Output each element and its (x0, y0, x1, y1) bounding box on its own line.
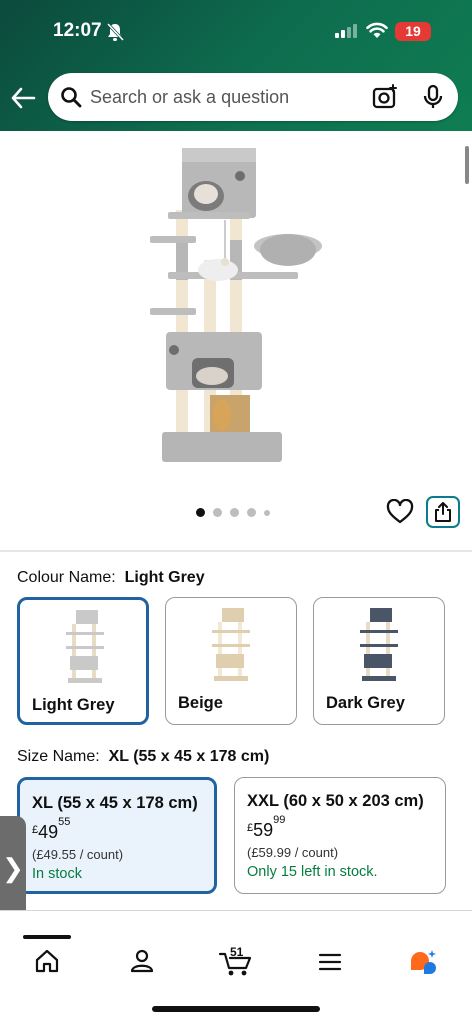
colour-label-text: Colour Name: (17, 569, 116, 586)
colour-option-label: Beige (178, 694, 223, 712)
colour-selected-value: Light Grey (124, 569, 205, 586)
colour-option-label: Light Grey (32, 696, 115, 714)
price-whole: 59 (253, 820, 274, 840)
size-option-title: XXL (60 x 50 x 203 cm) (247, 792, 424, 810)
scroll-indicator (465, 146, 469, 184)
signal-icon (335, 24, 357, 38)
battery-indicator: 19 (395, 22, 431, 41)
size-name-label: Size Name: XL (55 x 45 x 178 cm) (17, 748, 269, 766)
microphone-icon[interactable] (422, 84, 444, 110)
image-pagination-dots[interactable] (196, 508, 270, 517)
price-per-count: (£59.99 / count) (247, 845, 339, 860)
app-header: 12:07 19 Search or ask a question (0, 0, 472, 131)
product-thumbnail (360, 608, 398, 681)
pagination-dot[interactable] (213, 508, 222, 517)
pagination-dot[interactable] (264, 509, 270, 516)
side-drawer-tab[interactable]: ❯ (0, 816, 26, 920)
search-icon (61, 87, 82, 108)
share-icon (435, 502, 451, 522)
account-icon[interactable] (129, 949, 155, 973)
size-option-price: £5999 (247, 814, 285, 841)
colour-name-label: Colour Name: Light Grey (17, 569, 205, 587)
pagination-dot[interactable] (247, 508, 256, 517)
home-icon[interactable] (34, 949, 60, 973)
home-indicator-bar (152, 1006, 320, 1012)
size-label-text: Size Name: (17, 748, 100, 765)
price-per-count: (£49.55 / count) (32, 847, 124, 862)
stock-status: Only 15 left in stock. (247, 864, 378, 880)
heart-icon[interactable] (386, 499, 414, 525)
price-currency: £ (32, 824, 39, 836)
product-image[interactable] (140, 140, 330, 470)
active-tab-indicator (23, 935, 71, 939)
price-fraction: 99 (273, 814, 286, 826)
back-arrow-icon[interactable] (10, 85, 36, 111)
bell-off-icon (106, 22, 124, 42)
colour-option-light-grey[interactable]: Light Grey (17, 597, 149, 725)
pagination-dot[interactable] (196, 508, 205, 517)
camera-lens-icon[interactable] (372, 84, 398, 110)
rufus-icon[interactable] (408, 948, 438, 976)
product-thumbnail (66, 610, 104, 683)
pagination-dot[interactable] (230, 508, 239, 517)
colour-option-dark-grey[interactable]: Dark Grey (313, 597, 445, 725)
colour-option-beige[interactable]: Beige (165, 597, 297, 725)
size-option-xxl[interactable]: XXL (60 x 50 x 203 cm) £5999 (£59.99 / c… (234, 777, 446, 894)
status-time: 12:07 (53, 20, 102, 41)
price-fraction: 55 (58, 816, 71, 828)
colour-option-label: Dark Grey (326, 694, 405, 712)
size-selected-value: XL (55 x 45 x 178 cm) (108, 748, 270, 765)
size-option-title: XL (55 x 45 x 178 cm) (32, 794, 198, 812)
cart-icon[interactable] (219, 951, 253, 977)
search-placeholder: Search or ask a question (90, 87, 290, 107)
product-thumbnail (212, 608, 250, 681)
section-divider (0, 550, 472, 552)
wifi-icon (366, 22, 388, 38)
price-currency: £ (247, 822, 254, 834)
menu-icon[interactable] (318, 952, 342, 972)
size-option-xl[interactable]: XL (55 x 45 x 178 cm) £4955 (£49.55 / co… (17, 777, 217, 894)
status-bar: 12:07 19 (0, 0, 472, 64)
price-whole: 49 (38, 822, 59, 842)
stock-status: In stock (32, 866, 82, 882)
size-option-price: £4955 (32, 816, 70, 843)
share-button[interactable] (426, 496, 460, 528)
search-input[interactable]: Search or ask a question (48, 73, 458, 121)
